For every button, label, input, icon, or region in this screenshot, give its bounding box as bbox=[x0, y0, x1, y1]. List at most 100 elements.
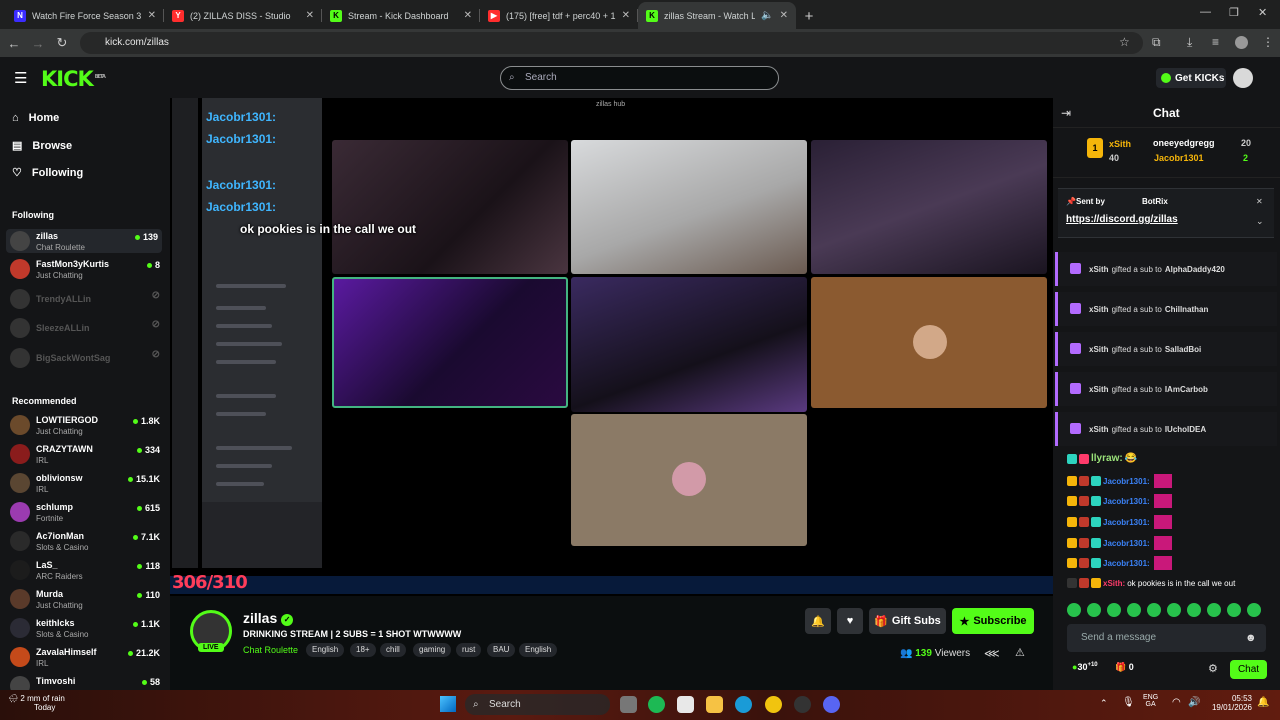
sidebar-item-recommended[interactable]: LaS_ ARC Raiders 118 bbox=[10, 558, 160, 582]
video-player[interactable]: Jacobr1301: Jacobr1301: Jacobr1301: Jaco… bbox=[170, 98, 1053, 596]
browser-tab[interactable]: ▶ (175) [free] tdf + perc40 + 1one ✕ bbox=[480, 2, 638, 29]
windows-start-icon[interactable] bbox=[440, 696, 456, 712]
chat-username[interactable]: Jacobr1301: bbox=[1103, 518, 1150, 527]
leaderboard-name[interactable]: Jacobr1301 bbox=[1154, 153, 1204, 163]
weather-widget[interactable]: 🌧 2 mm of rain Today bbox=[8, 694, 65, 712]
chat-message-input[interactable]: Send a message ☻ bbox=[1067, 624, 1266, 652]
sidebar-item-trendyallin[interactable]: TrendyALLin ⊘ bbox=[10, 287, 160, 311]
steam-icon[interactable] bbox=[794, 696, 811, 713]
wifi-icon[interactable]: ◠ bbox=[1172, 697, 1181, 708]
sidebar-item-recommended[interactable]: Ac7ionMan Slots & Casino 7.1K bbox=[10, 529, 160, 553]
report-icon[interactable]: ⚠ bbox=[1015, 646, 1025, 659]
stream-tag[interactable]: 18+ bbox=[350, 643, 376, 657]
sidebar-item-bigsackwontsag[interactable]: BigSackWontSag ⊘ bbox=[10, 346, 160, 370]
chrome-icon[interactable] bbox=[765, 696, 782, 713]
profile-icon[interactable] bbox=[1235, 36, 1248, 49]
nav-browse[interactable]: ▤ Browse bbox=[12, 139, 72, 153]
send-chat-button[interactable]: Chat bbox=[1230, 660, 1267, 679]
chat-username[interactable]: xSith: bbox=[1103, 579, 1125, 588]
hamburger-menu-icon[interactable]: ☰ bbox=[14, 69, 27, 87]
task-view-icon[interactable] bbox=[620, 696, 637, 713]
sidebar-item-recommended[interactable]: keithlcks Slots & Casino 1.1K bbox=[10, 616, 160, 640]
reading-list-icon[interactable]: ≡ bbox=[1212, 35, 1219, 49]
microphone-icon[interactable]: 🎙 bbox=[1122, 697, 1135, 708]
sidebar-item-recommended[interactable]: schlump Fortnite 615 bbox=[10, 500, 160, 524]
emote-quickbar[interactable] bbox=[1067, 603, 1267, 618]
new-tab-button[interactable]: + bbox=[796, 8, 822, 25]
close-tab-icon[interactable]: ✕ bbox=[306, 10, 314, 21]
chat-username[interactable]: Jacobr1301: bbox=[1103, 559, 1150, 568]
streamer-name[interactable]: zillas ✓ bbox=[243, 610, 294, 626]
sidebar-item-recommended[interactable]: ZavalaHimself IRL 21.2K bbox=[10, 645, 160, 669]
nav-following[interactable]: ♡ Following bbox=[12, 166, 83, 180]
sidebar-item-fastmon3ykurtis[interactable]: FastMon3yKurtis Just Chatting 8 bbox=[10, 257, 160, 281]
bookmark-star-icon[interactable]: ☆ bbox=[1119, 35, 1130, 49]
browser-tab[interactable]: K Stream - Kick Dashboard ✕ bbox=[322, 2, 480, 29]
user-avatar[interactable] bbox=[1233, 68, 1253, 88]
stream-tag[interactable]: English bbox=[306, 643, 345, 657]
close-tab-icon[interactable]: ✕ bbox=[464, 10, 472, 21]
notification-bell-button[interactable]: 🔔 bbox=[805, 608, 831, 634]
leaderboard-name[interactable]: xSith bbox=[1109, 139, 1131, 149]
gift-subs-button[interactable]: 🎁 Gift Subs bbox=[869, 608, 946, 634]
close-tab-icon[interactable]: ✕ bbox=[622, 10, 630, 21]
nav-home[interactable]: ⌂ Home bbox=[12, 112, 59, 124]
volume-icon[interactable]: 🔊 bbox=[1188, 697, 1200, 708]
speaker-icon[interactable]: 🔈 bbox=[761, 10, 773, 21]
reload-icon[interactable]: ↻ bbox=[50, 35, 74, 51]
pinned-author[interactable]: BotRix bbox=[1142, 197, 1168, 206]
stream-tag[interactable]: rust bbox=[456, 643, 482, 657]
stream-tag[interactable]: gaming bbox=[413, 643, 452, 657]
stream-category-link[interactable]: Chat Roulette bbox=[243, 645, 298, 655]
close-tab-icon[interactable]: ✕ bbox=[780, 10, 788, 21]
chat-username[interactable]: Jacobr1301: bbox=[1103, 497, 1150, 506]
follow-button[interactable]: ♥ bbox=[837, 608, 863, 634]
spotify-icon[interactable] bbox=[648, 696, 665, 713]
subscribe-button[interactable]: ★ Subscribe bbox=[952, 608, 1034, 634]
notifications-icon[interactable]: 🔔 bbox=[1257, 697, 1269, 708]
language-indicator[interactable]: ENG GA bbox=[1143, 694, 1158, 708]
minimize-icon[interactable]: — bbox=[1200, 6, 1211, 18]
chat-username[interactable]: Jacobr1301: bbox=[1103, 477, 1150, 486]
sidebar-item-recommended[interactable]: oblivionsw IRL 15.1K bbox=[10, 471, 160, 495]
search-input[interactable]: ⌕ Search bbox=[500, 66, 779, 90]
browser-tab[interactable]: Y (2) ZILLAS DISS - Studio ✕ bbox=[164, 2, 322, 29]
sidebar-item-recommended[interactable]: CRAZYTAWN IRL 334 bbox=[10, 442, 160, 466]
kick-logo[interactable]: KICK BETA bbox=[41, 67, 106, 91]
edge-icon[interactable] bbox=[735, 696, 752, 713]
kicks-balance[interactable]: ●30+10 bbox=[1072, 662, 1098, 672]
stream-tag[interactable]: English bbox=[519, 643, 558, 657]
browser-tab-active[interactable]: K zillas Stream - Watch Live o 🔈 ✕ bbox=[638, 2, 796, 29]
sidebar-item-recommended[interactable]: Murda Just Chatting 110 bbox=[10, 587, 160, 611]
address-bar[interactable]: kick.com/zillas bbox=[80, 32, 1143, 54]
chevron-up-icon[interactable]: ⌃ bbox=[1100, 698, 1108, 709]
share-icon[interactable]: ⋘ bbox=[984, 647, 1000, 660]
unpin-icon[interactable]: ✕ bbox=[1256, 197, 1263, 206]
emoji-icon[interactable]: ☻ bbox=[1245, 624, 1257, 652]
chat-settings-icon[interactable]: ⚙ bbox=[1208, 662, 1218, 675]
chevron-down-icon[interactable]: ⌄ bbox=[1256, 216, 1264, 227]
leaderboard-name[interactable]: oneeyedgregg bbox=[1153, 138, 1215, 148]
store-icon[interactable] bbox=[677, 696, 694, 713]
chat-username[interactable]: llyraw: bbox=[1091, 453, 1123, 464]
clock[interactable]: 05:53 19/01/2026 bbox=[1208, 694, 1252, 712]
stream-tag[interactable]: BAU bbox=[487, 643, 516, 657]
back-icon[interactable]: ← bbox=[2, 36, 26, 51]
forward-icon[interactable]: → bbox=[26, 36, 50, 51]
os-search-box[interactable]: ⌕ Search bbox=[465, 694, 610, 715]
close-tab-icon[interactable]: ✕ bbox=[148, 10, 156, 21]
pinned-link[interactable]: https://discord.gg/zillas bbox=[1066, 214, 1178, 225]
get-kicks-button[interactable]: Get KICKs bbox=[1156, 68, 1226, 88]
stream-tag[interactable]: chill bbox=[380, 643, 406, 657]
chat-username[interactable]: Jacobr1301: bbox=[1103, 539, 1150, 548]
extensions-icon[interactable]: ⧉ bbox=[1152, 35, 1161, 50]
close-window-icon[interactable]: ✕ bbox=[1258, 6, 1267, 19]
gift-count[interactable]: 🎁 0 bbox=[1115, 662, 1134, 673]
sidebar-item-zillas[interactable]: zillas Chat Roulette 139 bbox=[6, 229, 162, 253]
browser-tab[interactable]: N Watch Fire Force Season 3 Engl ✕ bbox=[6, 2, 164, 29]
sidebar-item-sleezeallin[interactable]: SleezeALLin ⊘ bbox=[10, 316, 160, 340]
sidebar-item-recommended[interactable]: LOWTIERGOD Just Chatting 1.8K bbox=[10, 413, 160, 437]
maximize-icon[interactable]: ❐ bbox=[1229, 6, 1239, 19]
collapse-chat-icon[interactable]: ⇥ bbox=[1061, 106, 1071, 120]
discord-icon[interactable] bbox=[823, 696, 840, 713]
